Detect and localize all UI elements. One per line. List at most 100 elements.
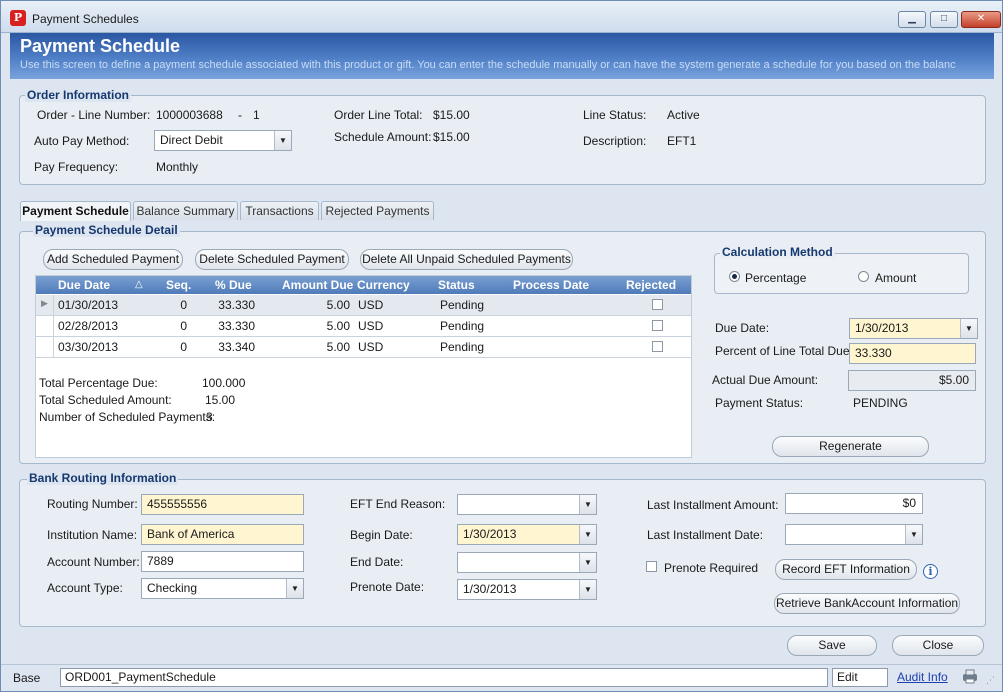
info-icon[interactable]: i: [923, 564, 938, 579]
title-bar[interactable]: P Payment Schedules ▁ □ ✕: [1, 1, 1002, 33]
table-row[interactable]: 03/30/2013 0 33.340 5.00 USD Pending: [36, 337, 691, 358]
account-type-select[interactable]: Checking ▼: [141, 578, 304, 599]
rejected-checkbox[interactable]: [652, 299, 663, 310]
end-date-picker[interactable]: ▼: [457, 552, 597, 573]
row-selector[interactable]: [36, 337, 54, 357]
chevron-down-icon[interactable]: ▼: [579, 580, 596, 599]
institution-name-label: Institution Name:: [47, 528, 138, 542]
col-status[interactable]: Status: [438, 278, 475, 292]
amount-radio-label[interactable]: Amount: [875, 271, 916, 285]
description-label: Description:: [583, 134, 647, 148]
amount-radio[interactable]: [858, 271, 869, 282]
col-amount-due[interactable]: Amount Due: [282, 278, 353, 292]
prenote-required-label[interactable]: Prenote Required: [664, 561, 758, 575]
percentage-radio[interactable]: [729, 271, 740, 282]
window-title: Payment Schedules: [32, 12, 139, 26]
pay-frequency-value: Monthly: [156, 160, 199, 174]
account-number-label: Account Number:: [47, 555, 140, 569]
routing-number-label: Routing Number:: [47, 497, 138, 511]
last-installment-date-picker[interactable]: ▼: [785, 524, 923, 545]
retrieve-bank-account-button[interactable]: Retrieve BankAccount Information: [774, 593, 960, 614]
begin-date-picker[interactable]: 1/30/2013 ▼: [457, 524, 597, 545]
save-button[interactable]: Save: [787, 635, 877, 656]
close-button[interactable]: Close: [892, 635, 984, 656]
due-date-picker[interactable]: 1/30/2013 ▼: [849, 318, 978, 339]
form-id-field: ORD001_PaymentSchedule: [60, 668, 828, 687]
rejected-checkbox[interactable]: [652, 320, 663, 331]
chevron-down-icon[interactable]: ▼: [579, 495, 596, 514]
row-pointer-icon: ▶: [41, 298, 48, 308]
schedule-amount-label: Schedule Amount:: [334, 130, 432, 144]
rejected-checkbox[interactable]: [652, 341, 663, 352]
cell-due-date: 03/30/2013: [58, 340, 119, 354]
col-due-date[interactable]: Due Date: [58, 278, 110, 292]
percent-of-line-total-label: Percent of Line Total Due:: [715, 344, 853, 358]
tab-balance-summary[interactable]: Balance Summary: [133, 201, 238, 220]
last-installment-amount-field: $0: [785, 493, 923, 514]
order-line-total-label: Order Line Total:: [334, 108, 423, 122]
add-scheduled-payment-button[interactable]: Add Scheduled Payment: [43, 249, 183, 270]
audit-info-link[interactable]: Audit Info: [897, 670, 948, 684]
chevron-down-icon[interactable]: ▼: [960, 319, 977, 338]
routing-number-input[interactable]: 455555556: [141, 494, 304, 515]
row-selector[interactable]: ▶: [36, 295, 54, 315]
cell-currency: USD: [358, 298, 384, 312]
percentage-radio-label[interactable]: Percentage: [745, 271, 806, 285]
chevron-down-icon[interactable]: ▼: [579, 553, 596, 572]
tab-transactions[interactable]: Transactions: [240, 201, 319, 220]
chevron-down-icon[interactable]: ▼: [286, 579, 303, 598]
order-information-title: Order Information: [25, 88, 132, 102]
col-seq[interactable]: Seq.: [166, 278, 191, 292]
tab-rejected-payments[interactable]: Rejected Payments: [321, 201, 434, 220]
auto-pay-method-select[interactable]: Direct Debit ▼: [154, 130, 292, 151]
auto-pay-method-value: Direct Debit: [160, 133, 223, 147]
delete-all-unpaid-button[interactable]: Delete All Unpaid Scheduled Payments: [360, 249, 573, 270]
account-number-input[interactable]: 7889: [141, 551, 304, 572]
close-window-button[interactable]: ✕: [961, 11, 1001, 28]
regenerate-button[interactable]: Regenerate: [772, 436, 929, 457]
delete-scheduled-payment-button[interactable]: Delete Scheduled Payment: [195, 249, 349, 270]
col-rejected[interactable]: Rejected: [626, 278, 676, 292]
minimize-button[interactable]: ▁: [898, 11, 926, 28]
cell-seq: 0: [180, 340, 187, 354]
tab-payment-schedule[interactable]: Payment Schedule: [20, 201, 131, 221]
order-number-value: 1000003688: [156, 108, 223, 122]
printer-icon[interactable]: [961, 668, 979, 684]
cell-status: Pending: [440, 340, 485, 354]
table-row[interactable]: 02/28/2013 0 33.330 5.00 USD Pending: [36, 316, 691, 337]
chevron-down-icon[interactable]: ▼: [905, 525, 922, 544]
record-eft-information-button[interactable]: Record EFT Information: [775, 559, 917, 580]
prenote-required-checkbox[interactable]: [646, 561, 657, 572]
row-selector[interactable]: [36, 316, 54, 336]
prenote-date-picker[interactable]: 1/30/2013 ▼: [457, 579, 597, 600]
maximize-button[interactable]: □: [930, 11, 958, 28]
col-pct-due[interactable]: % Due: [215, 278, 252, 292]
line-status-value: Active: [667, 108, 700, 122]
payment-schedule-grid: Due Date △ Seq. % Due Amount Due Currenc…: [35, 275, 692, 458]
begin-date-value: 1/30/2013: [463, 527, 517, 541]
table-row[interactable]: ▶ 01/30/2013 0 33.330 5.00 USD Pending: [36, 295, 691, 316]
sort-asc-icon[interactable]: △: [135, 279, 143, 290]
payment-status-value: PENDING: [853, 396, 908, 410]
resize-grip-icon[interactable]: ⋰: [986, 675, 995, 686]
eft-end-reason-select[interactable]: ▼: [457, 494, 597, 515]
total-scheduled-amount-value: 15.00: [205, 393, 236, 407]
col-currency[interactable]: Currency: [357, 278, 410, 292]
cell-currency: USD: [358, 340, 384, 354]
percent-of-line-total-input[interactable]: 33.330: [849, 343, 976, 364]
col-process-date[interactable]: Process Date: [513, 278, 589, 292]
institution-name-input[interactable]: Bank of America: [141, 524, 304, 545]
cell-amount-due: 5.00: [326, 319, 350, 333]
cell-pct-due: 33.340: [218, 340, 255, 354]
due-date-value: 1/30/2013: [855, 321, 909, 335]
header-banner: Payment Schedule Use this screen to defi…: [10, 33, 994, 79]
actual-due-amount-field: $5.00: [848, 370, 976, 391]
chevron-down-icon[interactable]: ▼: [274, 131, 291, 150]
chevron-down-icon[interactable]: ▼: [579, 525, 596, 544]
prenote-date-label: Prenote Date:: [350, 580, 425, 594]
order-line-dash: -: [238, 108, 242, 122]
cell-due-date: 01/30/2013: [58, 298, 119, 312]
eft-end-reason-label: EFT End Reason:: [350, 497, 446, 511]
prenote-date-value: 1/30/2013: [463, 582, 517, 596]
order-line-number-label: Order - Line Number:: [37, 108, 151, 122]
